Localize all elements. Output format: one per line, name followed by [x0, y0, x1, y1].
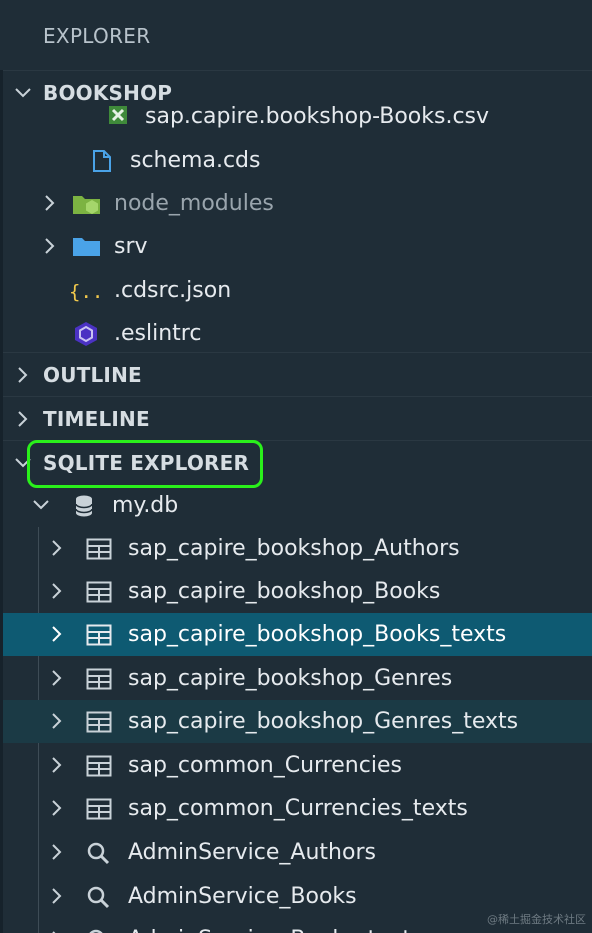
tree-item-table-hovered[interactable]: sap_capire_bookshop_Genres_texts	[3, 700, 592, 743]
chevron-right-icon	[18, 367, 28, 383]
tree-item-label: AdminService_Authors	[128, 840, 376, 865]
tree-item-label: sap_common_Currencies_texts	[128, 796, 468, 821]
explorer-header: EXPLORER	[0, 0, 592, 70]
tree-item-table-selected[interactable]: sap_capire_bookshop_Books_texts	[3, 613, 592, 656]
table-icon	[86, 711, 112, 733]
chevron-right-icon	[52, 670, 62, 686]
section-label-timeline: TIMELINE	[43, 407, 150, 431]
search-icon	[89, 929, 103, 933]
chevron-right-icon	[52, 540, 62, 556]
chevron-right-icon	[52, 931, 56, 933]
tree-item-table[interactable]: sap_capire_bookshop_Genres	[3, 657, 592, 700]
folder-icon	[73, 238, 100, 256]
csv-file-icon	[109, 106, 127, 124]
chevron-right-icon	[18, 411, 28, 427]
section-label-outline: OUTLINE	[43, 363, 142, 387]
tree-item-label: AdminService_Books_texts	[128, 918, 423, 933]
tree-item-eslintrc[interactable]: .eslintrc	[3, 312, 592, 355]
highlight-annotation-box	[27, 440, 263, 488]
search-icon	[87, 886, 110, 909]
tree-item-label: srv	[114, 234, 148, 259]
chevron-right-icon	[52, 583, 62, 599]
chevron-right-icon	[45, 195, 55, 211]
section-header-timeline[interactable]: TIMELINE	[3, 396, 592, 441]
tree-item-label: node_modules	[114, 191, 274, 216]
watermark: @稀土掘金技术社区	[487, 913, 586, 926]
tree-item-label: my.db	[112, 493, 179, 518]
chevron-right-icon	[52, 713, 62, 729]
chevron-right-icon	[52, 888, 62, 904]
tree-item-node-modules[interactable]: node_modules	[3, 182, 592, 225]
eslint-icon	[75, 322, 97, 346]
node-folder-icon	[73, 196, 100, 214]
tree-item-label: .eslintrc	[114, 321, 202, 346]
table-icon	[86, 668, 112, 690]
tree-item-label: sap.capire.bookshop-Books.csv	[145, 104, 490, 129]
tree-item-label: sap_capire_bookshop_Genres_texts	[128, 709, 519, 734]
json-braces-icon: {..}	[69, 281, 103, 303]
tree-item-schema-cds[interactable]: schema.cds	[3, 139, 592, 182]
table-icon	[86, 755, 112, 777]
tree-item-table[interactable]: sap_capire_bookshop_Authors	[3, 527, 592, 570]
database-icon	[75, 495, 93, 517]
tree-item-label: schema.cds	[130, 148, 261, 173]
tree-item-books-csv[interactable]: sap.capire.bookshop-Books.csv	[3, 100, 592, 133]
tree-item-my-db[interactable]: my.db	[3, 484, 592, 527]
chevron-right-icon	[52, 626, 62, 642]
tree-item-table[interactable]: sap_common_Currencies_texts	[3, 787, 592, 830]
svg-text:{..}: {..}	[69, 281, 103, 303]
file-icon	[93, 150, 111, 172]
table-icon	[86, 798, 112, 820]
chevron-right-icon	[45, 238, 55, 254]
chevron-down-icon	[33, 500, 49, 510]
tree-item-label: sap_capire_bookshop_Books	[128, 579, 441, 604]
tree-item-view[interactable]: AdminService_Authors	[3, 831, 592, 874]
explorer-title: EXPLORER	[43, 24, 151, 48]
tree-item-table[interactable]: sap_capire_bookshop_Books	[3, 570, 592, 613]
table-icon	[86, 581, 112, 603]
tree-item-cdsrc-json[interactable]: {..} .cdsrc.json	[3, 269, 592, 312]
tree-item-label: AdminService_Books	[128, 884, 357, 909]
tree-item-label: sap_capire_bookshop_Authors	[128, 536, 460, 561]
search-icon	[87, 842, 110, 865]
tree-item-label: sap_common_Currencies	[128, 753, 402, 778]
table-icon	[86, 538, 112, 560]
tree-item-label: sap_capire_bookshop_Genres	[128, 666, 453, 691]
chevron-right-icon	[52, 844, 62, 860]
tree-item-srv[interactable]: srv	[3, 225, 592, 268]
table-icon	[86, 624, 112, 646]
tree-item-label: .cdsrc.json	[114, 278, 232, 303]
chevron-right-icon	[52, 800, 62, 816]
tree-item-table[interactable]: sap_common_Currencies	[3, 744, 592, 787]
tree-item-label: sap_capire_bookshop_Books_texts	[128, 622, 507, 647]
chevron-right-icon	[52, 757, 62, 773]
section-header-outline[interactable]: OUTLINE	[3, 352, 592, 397]
